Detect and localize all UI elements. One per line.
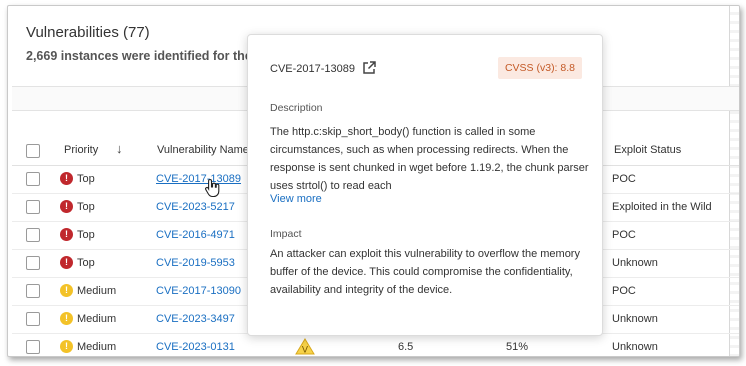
panel-title: Vulnerabilities (77) — [26, 24, 150, 41]
column-header-exploit-status[interactable]: Exploit Status — [614, 144, 681, 156]
row-checkbox[interactable] — [26, 228, 40, 242]
priority-label: Top — [77, 201, 95, 213]
row-checkbox[interactable] — [26, 312, 40, 326]
warning-circle-icon: ! — [60, 312, 73, 325]
vulnerability-link[interactable]: CVE-2017-13090 — [156, 285, 241, 297]
description-text: The http.c:skip_short_body() function is… — [270, 126, 589, 192]
priority-label: Top — [77, 173, 95, 185]
exploit-status: Unknown — [612, 313, 658, 325]
row-checkbox[interactable] — [26, 200, 40, 214]
table-row: ! Medium CVE-2023-0131 V 6.5 51% Unknown — [12, 334, 739, 356]
exploit-status: Exploited in the Wild — [612, 201, 712, 213]
vulnerability-link[interactable]: CVE-2019-5953 — [156, 257, 235, 269]
error-circle-icon: ! — [60, 200, 73, 213]
exploit-status: POC — [612, 285, 636, 297]
priority-label: Medium — [77, 313, 117, 325]
row-checkbox[interactable] — [26, 256, 40, 270]
priority-label: Top — [77, 257, 95, 269]
popover-cve-id: CVE-2017-13089 — [270, 63, 356, 75]
exploit-status: Unknown — [612, 341, 658, 353]
exploit-status: POC — [612, 173, 636, 185]
description-heading: Description — [270, 102, 323, 114]
row-checkbox[interactable] — [26, 284, 40, 298]
vulnerability-link[interactable]: CVE-2016-4971 — [156, 229, 235, 241]
vulnerability-link[interactable]: CVE-2017-13089 — [156, 173, 241, 185]
panel-subtitle: 2,669 instances were identified for the — [26, 49, 252, 63]
error-circle-icon: ! — [60, 228, 73, 241]
impact-text: An attacker can exploit this vulnerabili… — [270, 248, 580, 296]
vulnerability-link[interactable]: CVE-2023-3497 — [156, 313, 235, 325]
vulnerability-popover: CVE-2017-13089 CVSS (v3): 8.8 Descriptio… — [247, 34, 603, 336]
hand-pointer-icon — [204, 178, 222, 203]
probability-percent: 51% — [506, 341, 529, 353]
vulnerabilities-panel: Vulnerabilities (77) 2,669 instances wer… — [7, 5, 740, 357]
cvss-badge: CVSS (v3): 8.8 — [497, 57, 582, 79]
column-header-vulnerability-name[interactable]: Vulnerability Name — [157, 144, 249, 156]
error-circle-icon: ! — [60, 172, 73, 185]
svg-text:V: V — [302, 346, 309, 356]
error-circle-icon: ! — [60, 256, 73, 269]
column-header-priority[interactable]: Priority — [64, 144, 98, 156]
warning-triangle-icon: V — [295, 338, 315, 356]
warning-circle-icon: ! — [60, 340, 73, 353]
vulnerability-link[interactable]: CVE-2023-5217 — [156, 201, 235, 213]
exploit-status: POC — [612, 229, 636, 241]
row-checkbox[interactable] — [26, 172, 40, 186]
external-link-icon[interactable] — [361, 60, 377, 81]
select-all-checkbox[interactable] — [26, 144, 40, 158]
impact-heading: Impact — [270, 228, 302, 240]
exploit-status: Unknown — [612, 257, 658, 269]
cvss-score: 6.5 — [398, 341, 414, 353]
priority-label: Top — [77, 229, 95, 241]
view-more-link[interactable]: View more — [270, 193, 322, 205]
arrow-down-icon[interactable]: ↓ — [116, 141, 123, 156]
vulnerability-link[interactable]: CVE-2023-0131 — [156, 341, 235, 353]
priority-label: Medium — [77, 341, 117, 353]
warning-circle-icon: ! — [60, 284, 73, 297]
row-checkbox[interactable] — [26, 340, 40, 354]
priority-label: Medium — [77, 285, 117, 297]
